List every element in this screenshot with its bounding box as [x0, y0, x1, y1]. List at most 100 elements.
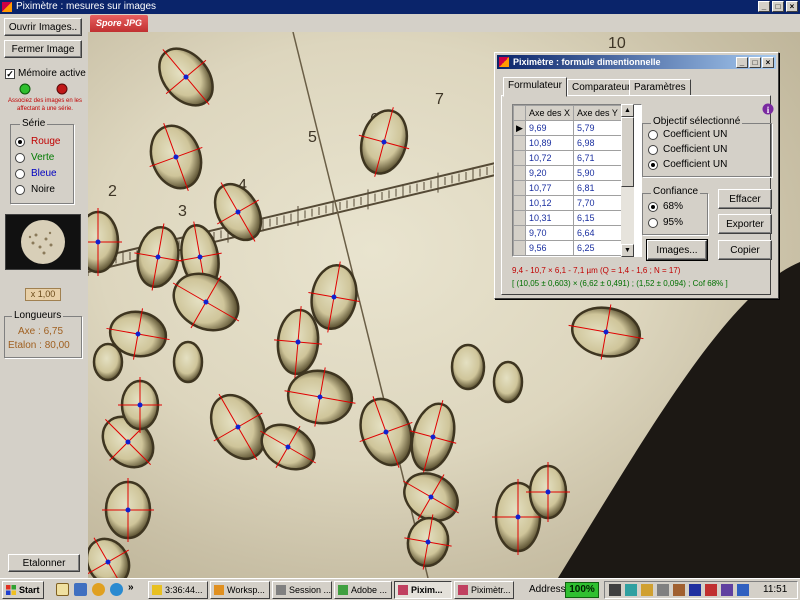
cell-axe-x[interactable]: 9,70	[524, 225, 575, 241]
cell-axe-x[interactable]: 9,61	[524, 255, 575, 256]
cell-axe-y[interactable]: 6,64	[573, 225, 623, 241]
table-row[interactable]: 9,20 5,90	[513, 165, 623, 181]
start-button[interactable]: Start	[2, 581, 44, 599]
cell-axe-x[interactable]: 9,56	[524, 240, 575, 256]
spore[interactable]	[450, 343, 486, 391]
quick-launch-media-icon[interactable]	[92, 583, 105, 596]
table-row[interactable]: 10,12 7,70	[513, 195, 623, 211]
scroll-thumb[interactable]	[621, 117, 634, 187]
confidence-radio-2[interactable]	[648, 218, 658, 228]
series-radio-verte[interactable]	[15, 153, 25, 163]
spore[interactable]	[102, 478, 154, 542]
taskbar-item-4[interactable]: Adobe ...	[334, 581, 392, 599]
column-header-y[interactable]: Axe des Y	[573, 105, 623, 121]
minimize-button[interactable]: _	[758, 1, 770, 12]
spore[interactable]	[492, 360, 524, 404]
cell-axe-x[interactable]: 10,89	[524, 135, 575, 151]
cell-axe-y[interactable]: 6,98	[573, 135, 623, 151]
spore[interactable]	[92, 342, 124, 382]
cell-axe-y[interactable]: 6,81	[573, 180, 623, 196]
quick-launch-more[interactable]: »	[128, 582, 134, 593]
spore[interactable]	[350, 100, 419, 183]
cell-axe-y[interactable]: 6,15	[573, 210, 623, 226]
scroll-up-arrow-icon[interactable]: ▲	[621, 104, 634, 117]
taskbar-item-2[interactable]: Worksp...	[210, 581, 270, 599]
spore[interactable]	[143, 33, 229, 122]
spore[interactable]	[400, 510, 457, 573]
tray-keyboard-icon[interactable]	[689, 584, 701, 596]
quick-launch-browser-icon[interactable]	[74, 583, 87, 596]
axe-value: Axe : 6,75	[18, 326, 64, 337]
dialog-close-button[interactable]: ×	[762, 57, 774, 68]
cell-axe-y[interactable]: 7,70	[573, 195, 623, 211]
series-radio-noire[interactable]	[15, 185, 25, 195]
close-image-button[interactable]: Fermer Image	[4, 40, 82, 58]
tray-plug-icon[interactable]	[609, 584, 621, 596]
table-row[interactable]: 10,77 6,81	[513, 180, 623, 196]
cell-axe-y[interactable]: 5,79	[573, 120, 623, 136]
table-row[interactable]: 10,72 6,71	[513, 150, 623, 166]
objective-radio-3[interactable]	[648, 160, 658, 170]
series-radio-bleue[interactable]	[15, 169, 25, 179]
maximize-button[interactable]: □	[772, 1, 784, 12]
scroll-down-arrow-icon[interactable]: ▼	[621, 244, 634, 257]
quick-launch-desktop-icon[interactable]	[56, 583, 69, 596]
tray-tool-icon[interactable]	[641, 584, 653, 596]
table-row[interactable]: 10,89 6,98	[513, 135, 623, 151]
dialog-maximize-button[interactable]: □	[749, 57, 761, 68]
confidence-radio-1[interactable]	[648, 202, 658, 212]
table-row[interactable]: 9,615,95	[513, 255, 623, 256]
cell-axe-y[interactable]: 6,25	[573, 240, 623, 256]
objective-radio-1[interactable]	[648, 130, 658, 140]
taskbar-item-1[interactable]: 3:36:44...	[148, 581, 208, 599]
taskbar-item-5[interactable]: Pixim...	[394, 581, 452, 599]
tab-formulateur[interactable]: Formulateur	[503, 77, 567, 97]
objective-radio-2[interactable]	[648, 145, 658, 155]
quick-launch-ie-icon[interactable]	[110, 583, 123, 596]
spore[interactable]	[564, 298, 649, 366]
table-row[interactable]: 9,56 6,25	[513, 240, 623, 256]
taskbar-item-6[interactable]: Piximètr...	[454, 581, 514, 599]
tab-parametres[interactable]: Paramètres	[629, 79, 691, 96]
cell-axe-x[interactable]: 10,31	[524, 210, 575, 226]
table-row[interactable]: 9,70 6,64	[513, 225, 623, 241]
table-row[interactable]: 10,31 6,15	[513, 210, 623, 226]
close-button[interactable]: ×	[786, 1, 798, 12]
thumbnail-preview[interactable]	[5, 214, 81, 270]
cell-axe-x[interactable]: 9,20	[524, 165, 575, 181]
images-button[interactable]: Images...	[647, 240, 707, 260]
tray-settings-icon[interactable]	[657, 584, 669, 596]
cell-axe-x[interactable]: 9,69	[524, 120, 575, 136]
table-row[interactable]: ▶ 9,69 5,79	[513, 120, 623, 136]
cell-axe-x[interactable]: 10,77	[524, 180, 575, 196]
tray-sound-icon[interactable]	[673, 584, 685, 596]
cell-axe-y[interactable]: 5,90	[573, 165, 623, 181]
open-images-button[interactable]: Ouvrir Images..	[4, 18, 82, 36]
dialog-title-bar[interactable]: Piximètre : formule dimentionnelle	[497, 55, 776, 69]
cell-axe-x[interactable]: 10,72	[524, 150, 575, 166]
info-icon[interactable]: i	[762, 103, 774, 115]
clear-button[interactable]: Effacer	[718, 189, 772, 209]
cell-axe-y[interactable]: 6,71	[573, 150, 623, 166]
column-header-x[interactable]: Axe des X	[524, 105, 575, 121]
grid-scrollbar[interactable]: ▲ ▼	[621, 104, 634, 257]
export-button[interactable]: Exporter	[718, 214, 772, 234]
taskbar-item-3[interactable]: Session ...	[272, 581, 332, 599]
tab-comparateur[interactable]: Comparateur	[567, 79, 636, 96]
image-tab[interactable]: Spore JPG	[90, 15, 149, 32]
series-radio-rouge[interactable]	[15, 137, 25, 147]
tray-info-icon[interactable]	[737, 584, 749, 596]
spore[interactable]	[172, 340, 204, 384]
memory-checkbox[interactable]: ✓	[5, 69, 15, 79]
calibrate-button[interactable]: Etalonner	[8, 554, 80, 572]
tray-network-icon[interactable]	[625, 584, 637, 596]
dialog-minimize-button[interactable]: _	[736, 57, 748, 68]
zoom-percent-indicator[interactable]: 100%	[565, 582, 599, 598]
tray-security-icon[interactable]	[705, 584, 717, 596]
copy-button[interactable]: Copier	[718, 240, 772, 260]
cell-axe-y[interactable]: 5,95	[573, 255, 623, 256]
tray-app-icon[interactable]	[721, 584, 733, 596]
address-label[interactable]: Address	[529, 584, 566, 595]
spore[interactable]	[137, 114, 214, 201]
cell-axe-x[interactable]: 10,12	[524, 195, 575, 211]
